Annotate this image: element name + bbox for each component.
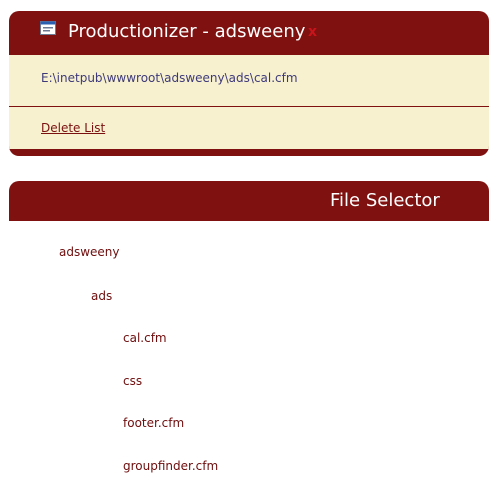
path-row: E:\inetpub\wwwroot\adsweeny\ads\cal.cfm: [9, 55, 489, 106]
file-selector-title: File Selector: [330, 190, 440, 211]
productionizer-panel: Productionizer - adsweeny x E:\inetpub\w…: [9, 11, 489, 156]
window-icon: [40, 21, 56, 35]
tree-item-ads[interactable]: ads: [91, 289, 112, 303]
divider: [9, 221, 489, 222]
panel-header: Productionizer - adsweeny x: [9, 11, 489, 53]
app-title: Productionizer - adsweeny: [68, 21, 306, 42]
tree-item-groupfinder-cfm[interactable]: groupfinder.cfm: [123, 459, 218, 473]
file-path: E:\inetpub\wwwroot\adsweeny\ads\cal.cfm: [41, 71, 298, 85]
tree-item-css[interactable]: css: [123, 374, 142, 388]
file-selector-header: File Selector: [9, 181, 489, 221]
delete-list-link[interactable]: Delete List: [41, 121, 105, 135]
close-icon[interactable]: x: [308, 20, 320, 44]
tree-item-adsweeny[interactable]: adsweeny: [59, 245, 120, 259]
tree-item-cal-cfm[interactable]: cal.cfm: [123, 331, 167, 345]
tree-item-footer-cfm[interactable]: footer.cfm: [123, 416, 184, 430]
action-row: Delete List: [9, 107, 489, 149]
